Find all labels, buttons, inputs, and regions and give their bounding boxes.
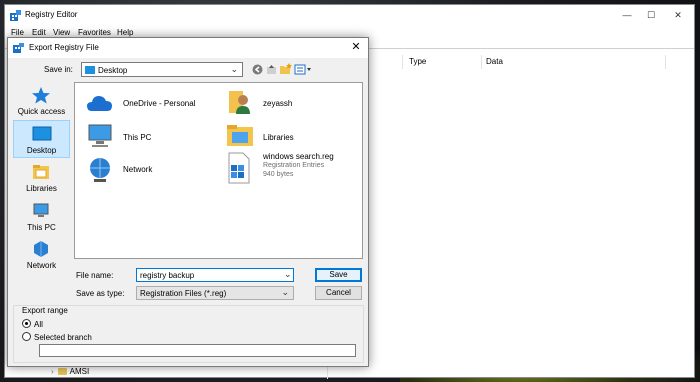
up-folder-icon[interactable]: [265, 63, 278, 76]
radio-all-label[interactable]: All: [34, 320, 43, 329]
column-separator[interactable]: [665, 55, 666, 69]
file-name: Network: [123, 165, 153, 174]
file-item-onedrive[interactable]: OneDrive - Personal: [85, 89, 215, 121]
menu-file[interactable]: File: [11, 28, 24, 37]
places-bar: Quick access Desktop Libraries This PC N…: [13, 82, 71, 342]
menu-help[interactable]: Help: [117, 28, 133, 37]
place-quick-access[interactable]: Quick access: [13, 82, 70, 120]
column-separator[interactable]: [402, 55, 403, 69]
file-name: zeyassh: [263, 99, 293, 108]
view-menu-icon[interactable]: [294, 63, 312, 76]
file-item-user-folder[interactable]: zeyassh: [225, 87, 345, 119]
save-in-value: Desktop: [98, 66, 128, 75]
back-icon[interactable]: [251, 63, 264, 76]
menu-edit[interactable]: Edit: [32, 28, 46, 37]
network-icon: [90, 158, 110, 182]
new-folder-icon[interactable]: [279, 63, 292, 76]
file-size: 940 bytes: [263, 171, 294, 178]
dialog-title-bar[interactable]: Export Registry File ✕: [8, 38, 368, 58]
file-type: Registration Entries: [263, 162, 325, 169]
registry-editor-icon: [13, 43, 24, 53]
cancel-button[interactable]: Cancel: [315, 286, 362, 300]
user-folder-icon: [229, 91, 250, 114]
menu-view[interactable]: View: [53, 28, 70, 37]
onedrive-icon: [87, 96, 112, 111]
dialog-title: Export Registry File: [29, 43, 99, 52]
export-range-legend: Export range: [20, 306, 70, 315]
file-name-field[interactable]: [136, 268, 294, 282]
save-as-type-dropdown[interactable]: Registration Files (*.reg) ⌄: [136, 286, 294, 300]
registry-editor-icon: [10, 10, 21, 21]
maximize-button[interactable]: ☐: [637, 5, 665, 25]
reg-file-icon: [228, 152, 250, 184]
file-name: OneDrive - Personal: [123, 99, 196, 108]
desktop-folder-icon: [85, 66, 95, 74]
computer-icon: [88, 124, 112, 147]
file-item-libraries[interactable]: Libraries: [225, 121, 345, 153]
file-item-this-pc[interactable]: This PC: [85, 121, 215, 153]
file-item-network[interactable]: Network: [85, 155, 215, 187]
file-item-reg-file[interactable]: windows search.reg Registration Entries …: [225, 151, 360, 191]
place-network[interactable]: Network: [13, 236, 70, 274]
export-registry-dialog: Export Registry File ✕ Save in: Desktop …: [7, 37, 369, 367]
save-in-label: Save in:: [44, 65, 73, 74]
file-name: This PC: [123, 133, 152, 142]
save-button[interactable]: Save: [315, 268, 362, 282]
window-title: Registry Editor: [25, 10, 78, 19]
computer-icon: [33, 203, 49, 217]
radio-all[interactable]: [22, 319, 31, 328]
chevron-down-icon: ⌄: [230, 64, 238, 74]
star-icon: [32, 87, 50, 104]
place-this-pc[interactable]: This PC: [13, 198, 70, 236]
save-as-type-value: Registration Files (*.reg): [140, 289, 227, 298]
menu-favorites[interactable]: Favorites: [78, 28, 111, 37]
file-name: windows search.reg: [263, 152, 334, 161]
desktop-icon: [32, 126, 52, 141]
file-name-label: File name:: [76, 271, 114, 280]
close-icon[interactable]: ✕: [350, 41, 362, 53]
libraries-icon: [227, 125, 253, 146]
column-header-type[interactable]: Type: [409, 57, 426, 66]
radio-selected-branch[interactable]: [22, 332, 31, 341]
chevron-down-icon: ⌄: [281, 287, 289, 297]
place-libraries[interactable]: Libraries: [13, 159, 70, 197]
column-separator[interactable]: [481, 55, 482, 69]
file-name: Libraries: [263, 133, 294, 142]
place-desktop[interactable]: Desktop: [13, 120, 70, 158]
title-bar[interactable]: Registry Editor — ☐ ✕: [5, 5, 694, 25]
save-as-type-label: Save as type:: [76, 289, 125, 298]
file-list-view[interactable]: OneDrive - Personal zeyassh This PC Libr…: [74, 82, 363, 259]
close-window-button[interactable]: ✕: [664, 5, 692, 25]
selected-branch-field[interactable]: [39, 344, 356, 357]
save-in-dropdown[interactable]: Desktop ⌄: [81, 62, 243, 77]
radio-selected-branch-label[interactable]: Selected branch: [34, 333, 92, 342]
libraries-icon: [33, 165, 49, 179]
column-header-data[interactable]: Data: [486, 57, 503, 66]
expand-chevron-icon[interactable]: ›: [51, 367, 54, 376]
folder-icon: [57, 368, 67, 376]
tree-item-amsi[interactable]: › AMSI: [51, 367, 89, 377]
chevron-down-icon[interactable]: ⌄: [284, 269, 292, 280]
network-icon: [34, 241, 48, 257]
